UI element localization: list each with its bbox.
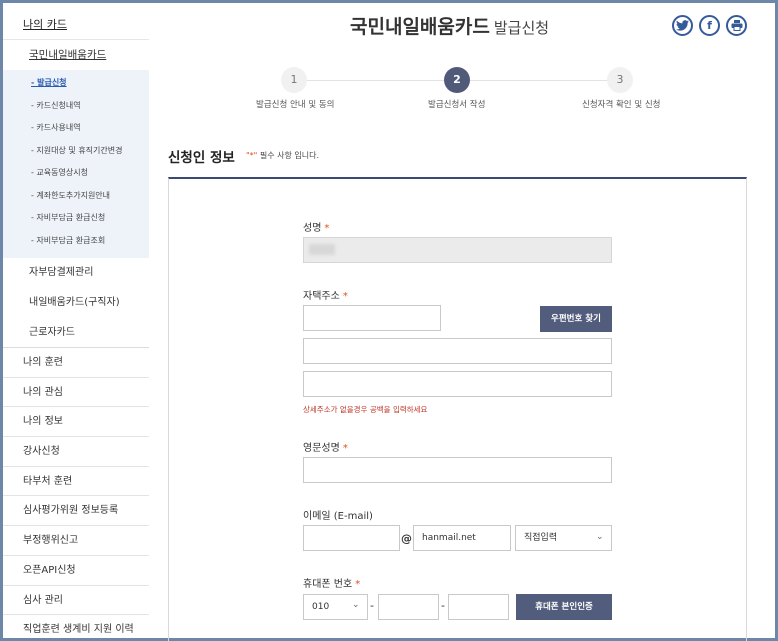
sidebar-subitem-limit[interactable]: - 계좌한도추가지원안내 (3, 185, 149, 208)
step-1-circle: 1 (281, 67, 307, 93)
name-label-text: 성명 (303, 223, 322, 234)
facebook-glyph: f (707, 19, 712, 32)
email-label: 이메일 (E-mail) (303, 511, 373, 522)
address-hint: 상세주소가 없을경우 공백을 입력하세요 (303, 405, 428, 414)
chevron-down-icon: ⌄ (352, 600, 360, 610)
twitter-icon[interactable] (672, 15, 693, 36)
step-2-label: 발급신청서 작성 (428, 100, 486, 110)
phone-label-text: 휴대폰 번호 (303, 579, 353, 590)
step-3-circle: 3 (607, 67, 633, 93)
sidebar-item-my-training[interactable]: 나의 훈련 (3, 348, 149, 378)
email-domain-field[interactable]: hanmail.net (413, 525, 511, 551)
step-3-label: 신청자격 확인 및 신청 (582, 100, 661, 110)
step-2-circle: 2 (444, 67, 470, 93)
print-glyph (731, 20, 742, 31)
sidebar-subitem-usage[interactable]: - 카드사용내역 (3, 117, 149, 140)
sidebar-submenu: - 발급신청 - 카드신청내역 - 카드사용내역 - 지원대상 및 휴직기간변경… (3, 70, 149, 258)
phone-label: 휴대폰 번호 * (303, 575, 360, 590)
required-star: * (342, 443, 348, 454)
zipcode-search-button[interactable]: 우편번호 찾기 (540, 306, 612, 332)
sidebar-item-my-info[interactable]: 나의 정보 (3, 407, 149, 438)
sidebar-item-instructor[interactable]: 강사신청 (3, 437, 149, 467)
sidebar-item-national-card[interactable]: 국민내일배움카드 (3, 40, 149, 70)
step-connector (307, 80, 444, 81)
phone-dash: - (370, 599, 374, 612)
sidebar-item-other-ministry[interactable]: 타부처 훈련 (3, 467, 149, 497)
sidebar-item-report[interactable]: 부정행위신고 (3, 526, 149, 556)
sidebar-item-my-card[interactable]: 나의 카드 (3, 3, 149, 40)
sidebar-item-worker-card[interactable]: 근로자카드 (3, 318, 149, 348)
english-name-label: 영문성명 * (303, 439, 348, 454)
step-connector (470, 80, 607, 81)
email-id-field[interactable] (303, 525, 400, 551)
chevron-down-icon: ⌄ (596, 532, 604, 542)
phone-middle-field[interactable] (378, 594, 439, 620)
twitter-glyph (676, 20, 689, 31)
name-label: 성명 * (303, 219, 329, 234)
required-star: * (324, 223, 330, 234)
zipcode-field[interactable] (303, 305, 441, 331)
phone-last-field[interactable] (448, 594, 509, 620)
english-name-label-text: 영문성명 (303, 443, 340, 454)
step-1-label: 발급신청 안내 및 동의 (256, 100, 335, 110)
required-note-star: "*" (246, 151, 258, 160)
redacted-name (309, 244, 335, 255)
sidebar-item-openapi[interactable]: 오픈API신청 (3, 556, 149, 586)
print-icon[interactable] (726, 15, 747, 36)
sidebar-item-self-pay[interactable]: 자부담결제관리 (3, 258, 149, 288)
sidebar-subitem-video[interactable]: - 교육동영상시청 (3, 162, 149, 185)
address-label: 자택주소 * (303, 287, 348, 302)
sidebar-item-living-cost[interactable]: 직업훈련 생계비 지원 이력 (3, 615, 149, 641)
sidebar-subitem-refund-check[interactable]: - 자비부담금 환급조회 (3, 230, 149, 253)
required-star: * (355, 579, 361, 590)
required-note-text: 필수 사항 입니다. (257, 151, 320, 160)
address-label-text: 자택주소 (303, 291, 340, 302)
sidebar-subitem-history[interactable]: - 카드신청내역 (3, 95, 149, 118)
required-note: "*" 필수 사항 입니다. (246, 150, 319, 161)
english-name-field[interactable] (303, 457, 612, 483)
email-domain-select-value: 직접입력 (524, 533, 558, 543)
required-star: * (342, 291, 348, 302)
name-field (303, 237, 612, 263)
phone-verify-button[interactable]: 휴대폰 본인인증 (516, 594, 612, 620)
section-title: 신청인 정보 (168, 150, 235, 166)
page-title: 국민내일배움카드 발급신청 (350, 12, 549, 39)
sidebar-item-review-mgmt[interactable]: 심사 관리 (3, 586, 149, 616)
sidebar-item-jobseeker-card[interactable]: 내일배움카드(구직자) (3, 288, 149, 318)
sidebar-subitem-refund-apply[interactable]: - 자비부담금 환급신청 (3, 207, 149, 230)
sidebar: 나의 카드 국민내일배움카드 - 발급신청 - 카드신청내역 - 카드사용내역 … (3, 3, 149, 638)
address-field[interactable] (303, 338, 612, 364)
sidebar-item-reviewer[interactable]: 심사평가위원 정보등록 (3, 496, 149, 527)
email-at-sign: @ (401, 532, 412, 545)
page-title-sub: 발급신청 (493, 19, 550, 37)
phone-prefix-value: 010 (312, 602, 330, 612)
sidebar-item-my-interest[interactable]: 나의 관심 (3, 378, 149, 408)
sidebar-subitem-change[interactable]: - 지원대상 및 휴직기간변경 (3, 140, 149, 163)
sidebar-subitem-apply[interactable]: - 발급신청 (3, 72, 149, 95)
page-title-main: 국민내일배움카드 (350, 16, 490, 38)
phone-dash: - (441, 599, 445, 612)
address-detail-field[interactable] (303, 371, 612, 397)
facebook-icon[interactable]: f (699, 15, 720, 36)
